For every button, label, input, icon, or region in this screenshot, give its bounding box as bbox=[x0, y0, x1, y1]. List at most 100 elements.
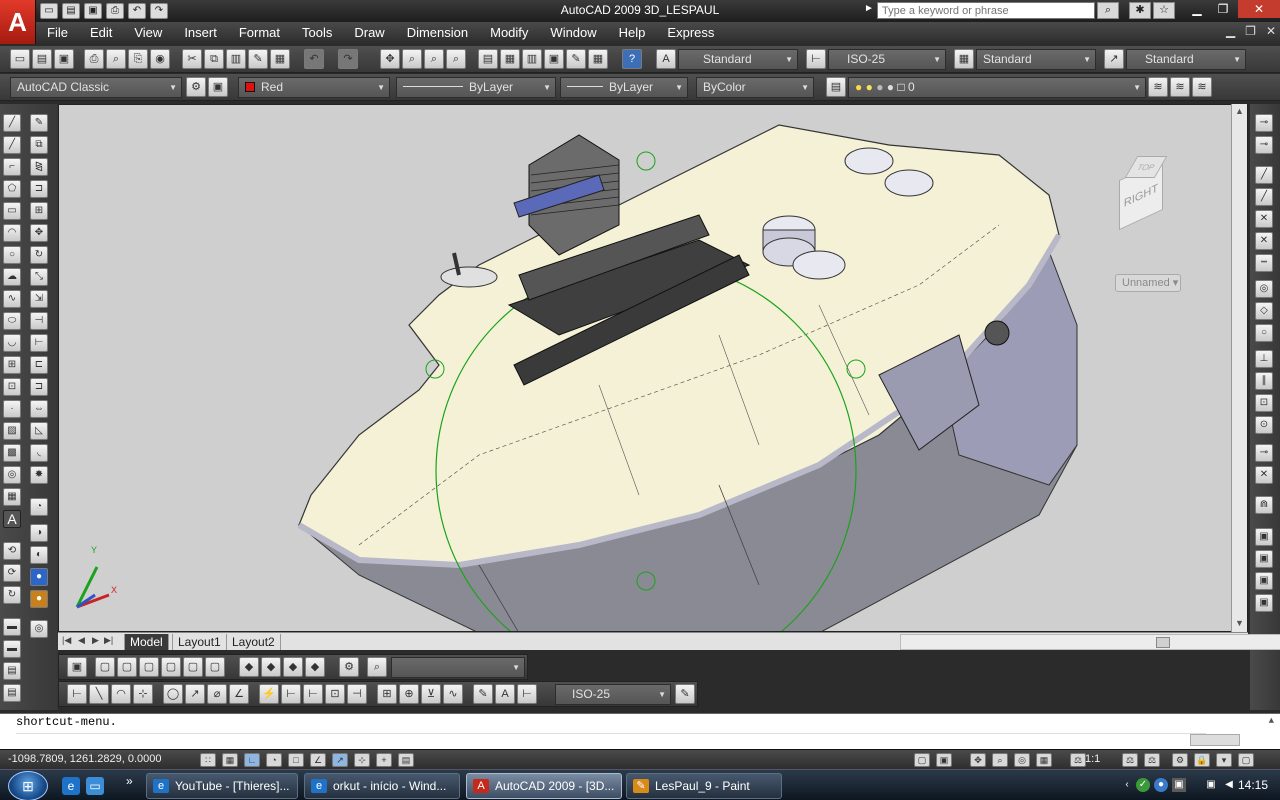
sw-iso-view-icon[interactable]: ◆ bbox=[239, 657, 259, 677]
zoom-window-icon[interactable]: ⌕ bbox=[424, 49, 444, 69]
jogged-dim-icon[interactable]: ↗ bbox=[185, 684, 205, 704]
communication-center-icon[interactable]: ✱ bbox=[1129, 2, 1151, 19]
autocad-logo[interactable]: A bbox=[0, 0, 36, 44]
layer-select[interactable]: ● ● ● ● □ 0 ▼ bbox=[848, 77, 1146, 98]
snap-tangent-icon[interactable]: ○ bbox=[1255, 324, 1273, 342]
make-current-layer-icon[interactable]: ≋ bbox=[1148, 77, 1168, 97]
command-input[interactable] bbox=[16, 733, 1206, 747]
dim-update-icon[interactable]: ⊢ bbox=[517, 684, 537, 704]
cmd-hscroll[interactable] bbox=[1190, 734, 1240, 746]
menu-draw[interactable]: Draw bbox=[343, 22, 395, 44]
fillet-icon[interactable]: ◟ bbox=[30, 444, 48, 462]
start-button[interactable]: ⊞ bbox=[8, 771, 48, 800]
maximize-button[interactable]: ❐ bbox=[1210, 0, 1236, 18]
qnew-icon[interactable]: ▭ bbox=[10, 49, 30, 69]
top-view-icon[interactable]: ▢ bbox=[95, 657, 115, 677]
redo-icon[interactable]: ↷ bbox=[338, 49, 358, 69]
workspace-lock-icon[interactable]: ▣ bbox=[208, 77, 228, 97]
search-icon[interactable]: ⌕ bbox=[1097, 2, 1119, 19]
menu-insert[interactable]: Insert bbox=[173, 22, 228, 44]
quicklaunch-overflow-icon[interactable]: » bbox=[126, 774, 133, 788]
undo-icon[interactable]: ↶ bbox=[304, 49, 324, 69]
chamfer-icon[interactable]: ◺ bbox=[30, 422, 48, 440]
left-view-icon[interactable]: ▢ bbox=[139, 657, 159, 677]
multileader-style-icon[interactable]: ↗ bbox=[1104, 49, 1124, 69]
dim-text-edit-icon[interactable]: A bbox=[495, 684, 515, 704]
tray-app-icon[interactable]: ▣ bbox=[1172, 778, 1186, 792]
ellipse-arc-icon[interactable]: ◡ bbox=[3, 334, 21, 352]
list-icon[interactable]: ▤ bbox=[3, 684, 21, 702]
tolerance-icon[interactable]: ⊞ bbox=[377, 684, 397, 704]
dynamic-ucs-icon[interactable]: ↗ bbox=[332, 753, 348, 767]
se-iso-view-icon[interactable]: ◆ bbox=[261, 657, 281, 677]
properties-icon[interactable]: ▤ bbox=[478, 49, 498, 69]
doc-close-icon[interactable]: ✕ bbox=[1266, 24, 1276, 38]
workspace-select[interactable]: AutoCAD Classic ▼ bbox=[10, 77, 182, 98]
copy-icon[interactable]: ⧉ bbox=[204, 49, 224, 69]
arc-length-icon[interactable]: ◠ bbox=[111, 684, 131, 704]
snap-from-icon[interactable]: ⊸ bbox=[1255, 136, 1273, 154]
zoom-previous-icon[interactable]: ⌕ bbox=[446, 49, 466, 69]
snap-apparent-icon[interactable]: ✕ bbox=[1255, 232, 1273, 250]
close-button[interactable]: ✕ bbox=[1238, 0, 1280, 18]
stretch-icon[interactable]: ⇲ bbox=[30, 290, 48, 308]
quickcalc-icon[interactable]: ▦ bbox=[588, 49, 608, 69]
region-icon[interactable]: ◎ bbox=[3, 466, 21, 484]
right-view-icon[interactable]: ▢ bbox=[161, 657, 181, 677]
snap-insert-icon[interactable]: ⊡ bbox=[1255, 394, 1273, 412]
spline-icon[interactable]: ∿ bbox=[3, 290, 21, 308]
object-snap-icon[interactable]: □ bbox=[288, 753, 304, 767]
snap-extension-icon[interactable]: ┅ bbox=[1255, 254, 1273, 272]
layer-states-icon[interactable]: ≋ bbox=[1192, 77, 1212, 97]
volume-icon[interactable]: ◀ bbox=[1222, 778, 1236, 792]
open-icon[interactable]: ▤ bbox=[32, 49, 52, 69]
cut-icon[interactable]: ✂ bbox=[182, 49, 202, 69]
steeringwheel-icon[interactable]: ◎ bbox=[1014, 753, 1030, 767]
diameter-dim-icon[interactable]: ⌀ bbox=[207, 684, 227, 704]
back-view-icon[interactable]: ▢ bbox=[205, 657, 225, 677]
layer-properties-icon[interactable]: ▤ bbox=[826, 77, 846, 97]
taskbar-item-youtube[interactable]: e YouTube - [Thieres]... bbox=[146, 773, 298, 799]
clean-screen-icon[interactable]: ▢ bbox=[1238, 753, 1254, 767]
3d-orbit-icon[interactable]: ⟲ bbox=[3, 542, 21, 560]
cursor-coordinates[interactable]: -1098.7809, 1261.2829, 0.0000 bbox=[8, 753, 162, 765]
sheet-set-icon[interactable]: ▣ bbox=[544, 49, 564, 69]
snap-nearest-icon[interactable]: ⊸ bbox=[1255, 444, 1273, 462]
view-select[interactable]: ▼ bbox=[391, 657, 525, 678]
ellipse-icon[interactable]: ⬭ bbox=[3, 312, 21, 330]
show-desktop-icon[interactable]: ▭ bbox=[86, 777, 104, 795]
line-icon[interactable]: ╱ bbox=[3, 114, 21, 132]
nw-iso-view-icon[interactable]: ◆ bbox=[305, 657, 325, 677]
doc-restore-icon[interactable]: ❐ bbox=[1245, 24, 1256, 38]
circle-icon[interactable]: ○ bbox=[3, 246, 21, 264]
menu-window[interactable]: Window bbox=[539, 22, 607, 44]
layout-viewport-3-icon[interactable]: ▣ bbox=[1255, 572, 1273, 590]
explode-icon[interactable]: ✸ bbox=[30, 466, 48, 484]
grid-display-icon[interactable]: ▦ bbox=[222, 753, 238, 767]
snap-mode-icon[interactable]: ∷ bbox=[200, 753, 216, 767]
join-icon[interactable]: ⇔ bbox=[30, 400, 48, 418]
annotation-scale-icon[interactable]: ⚖ bbox=[1070, 753, 1086, 767]
last-tab-icon[interactable]: ▶| bbox=[104, 635, 113, 646]
snap-quadrant-icon[interactable]: ◇ bbox=[1255, 302, 1273, 320]
named-views-icon[interactable]: ▣ bbox=[67, 657, 87, 677]
dim-break-icon[interactable]: ⊣ bbox=[347, 684, 367, 704]
array-icon[interactable]: ⊞ bbox=[30, 202, 48, 220]
dim-style-select-bottom[interactable]: ISO-25 ▼ bbox=[555, 684, 671, 705]
visual-style-3d-icon[interactable]: ◑ bbox=[30, 524, 48, 542]
publish-icon[interactable]: ⎘ bbox=[128, 49, 148, 69]
taskbar-item-orkut[interactable]: e orkut - início - Wind... bbox=[304, 773, 460, 799]
radius-dim-icon[interactable]: ◯ bbox=[163, 684, 183, 704]
dim-style-manager-icon[interactable]: ✎ bbox=[675, 684, 695, 704]
cmd-scroll-up-icon[interactable]: ▲ bbox=[1269, 716, 1274, 726]
snap-perpendicular-icon[interactable]: ⊥ bbox=[1255, 350, 1273, 368]
quick-dim-icon[interactable]: ⚡ bbox=[259, 684, 279, 704]
vertical-scrollbar[interactable]: ▲ ▼ bbox=[1231, 104, 1247, 632]
taskbar-item-paint[interactable]: ✎ LesPaul_9 - Paint bbox=[626, 773, 782, 799]
table-style-icon[interactable]: ▦ bbox=[954, 49, 974, 69]
help-search-input[interactable] bbox=[877, 2, 1095, 19]
plot-icon[interactable]: ⎙ bbox=[84, 49, 104, 69]
extend-icon[interactable]: ⊢ bbox=[30, 334, 48, 352]
help-icon[interactable]: ? bbox=[622, 49, 642, 69]
dynamic-input-icon[interactable]: ⊹ bbox=[354, 753, 370, 767]
